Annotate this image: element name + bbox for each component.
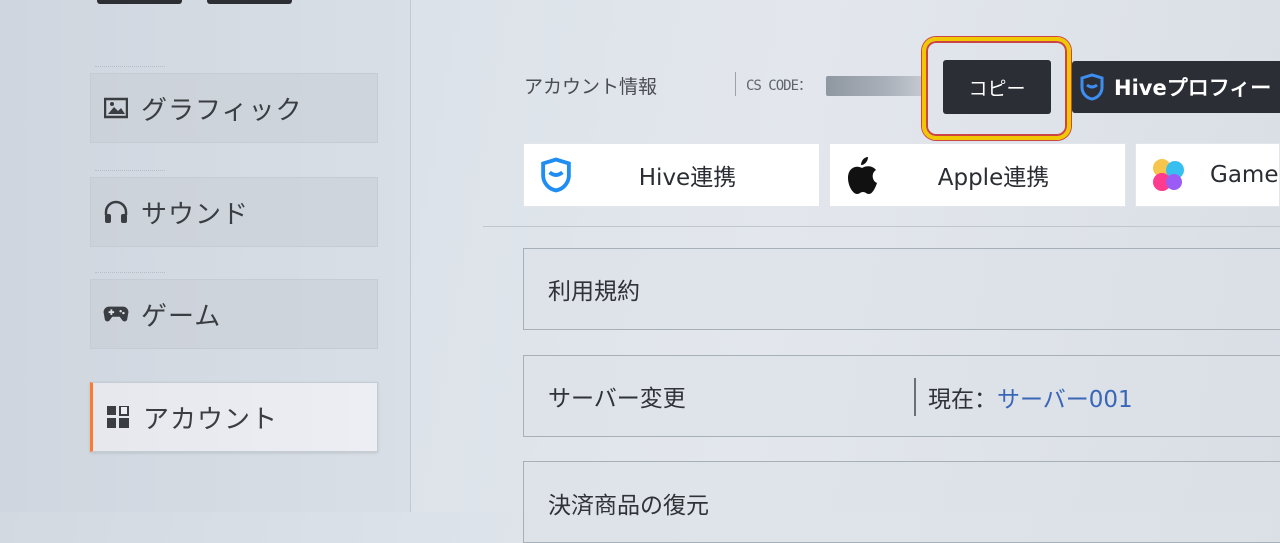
terms-row[interactable]: 利用規約 (523, 248, 1280, 330)
restore-purchases-label: 決済商品の復元 (548, 493, 709, 519)
server-change-row[interactable]: サーバー変更 現在：サーバー001 (523, 355, 1280, 437)
sidebar-item-graphics[interactable]: グラフィック (90, 66, 378, 143)
hive-link-button[interactable]: Hive連携 (523, 143, 820, 207)
cs-code-label: CS CODE： (746, 78, 812, 94)
sidebar-item-label: グラフィック (141, 95, 303, 126)
copy-button[interactable]: コピー (943, 60, 1051, 114)
sidebar-item-account[interactable]: アカウント (90, 382, 378, 452)
hive-shield-icon (1078, 73, 1106, 101)
top-button-right[interactable] (207, 0, 292, 4)
sidebar-item-label: サウンド (141, 199, 250, 230)
headphones-icon (103, 199, 129, 225)
hive-profile-label: Hiveプロフィー (1114, 76, 1272, 100)
sidebar-item-label: ゲーム (141, 301, 222, 332)
apple-link-label: Apple連携 (937, 165, 1050, 191)
current-server-value: サーバー001 (997, 387, 1133, 413)
divider (914, 378, 916, 416)
game-center-link-button[interactable]: Game (1135, 143, 1280, 207)
hive-shield-icon (536, 155, 576, 195)
terms-label: 利用規約 (548, 279, 640, 305)
current-server: 現在：サーバー001 (928, 380, 1133, 414)
sidebar-item-label: アカウント (143, 404, 279, 435)
decor-line (95, 170, 165, 177)
game-center-icon (1148, 155, 1188, 195)
account-info-label: アカウント情報 (524, 76, 658, 98)
decor-line (95, 66, 165, 73)
cs-code-value-redacted (826, 76, 926, 96)
game-center-link-label: Game (1210, 162, 1279, 188)
section-divider (483, 226, 1280, 227)
decor-line (95, 272, 165, 279)
divider (735, 72, 736, 96)
apple-icon (842, 155, 882, 195)
gamepad-icon (103, 301, 129, 327)
top-button-left[interactable] (97, 0, 182, 4)
hive-link-label: Hive連携 (638, 165, 737, 191)
hive-profile-button[interactable]: Hiveプロフィー (1072, 61, 1280, 113)
current-prefix: 現在： (928, 387, 997, 413)
sidebar-item-game[interactable]: ゲーム (90, 272, 378, 349)
image-icon (103, 95, 129, 121)
apple-link-button[interactable]: Apple連携 (829, 143, 1126, 207)
account-grid-icon (105, 404, 131, 430)
sidebar-item-sound[interactable]: サウンド (90, 170, 378, 247)
restore-purchases-row[interactable]: 決済商品の復元 (523, 461, 1280, 543)
sidebar: グラフィック サウンド ゲーム アカウント (0, 0, 411, 512)
server-change-label: サーバー変更 (548, 386, 686, 412)
